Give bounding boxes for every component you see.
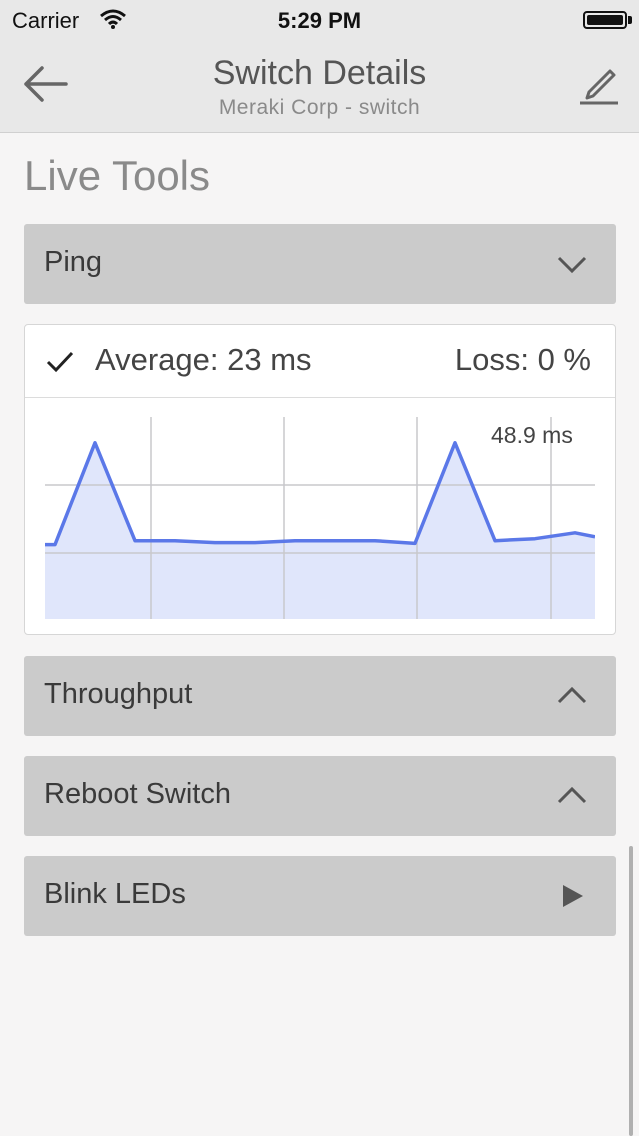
checkmark-icon	[46, 351, 74, 373]
battery-icon	[583, 11, 627, 29]
ping-result-card: Average: 23 ms Loss: 0 % 48.9 ms	[24, 324, 616, 635]
pencil-icon	[580, 69, 618, 105]
section-title: Live Tools	[24, 152, 211, 199]
packet-loss: Loss: 0 %	[454, 342, 591, 377]
ping-summary: Average: 23 ms Loss: 0 %	[25, 325, 615, 398]
scrollbar[interactable]	[629, 846, 633, 1136]
chevron-up-icon	[557, 786, 587, 804]
average-latency: Average: 23 ms	[95, 342, 312, 377]
accordion-label: Throughput	[44, 678, 193, 710]
page-title: Switch Details	[212, 54, 427, 92]
play-icon	[563, 885, 583, 907]
chevron-down-icon	[557, 256, 587, 274]
chevron-up-icon	[557, 686, 587, 704]
ping-accordion[interactable]: Ping	[24, 224, 616, 304]
edit-button[interactable]	[577, 62, 621, 106]
page-subtitle: Meraki Corp - switch	[218, 96, 421, 119]
throughput-accordion[interactable]: Throughput	[24, 656, 616, 736]
accordion-label: Blink LEDs	[44, 878, 186, 910]
reboot-switch-accordion[interactable]: Reboot Switch	[24, 756, 616, 836]
accordion-label: Ping	[44, 246, 103, 278]
blink-leds-button[interactable]: Blink LEDs	[24, 856, 616, 936]
peak-latency-label: 48.9 ms	[491, 422, 573, 448]
accordion-label: Reboot Switch	[44, 778, 231, 810]
navigation-bar: Switch Details Meraki Corp - switch	[0, 40, 639, 133]
ping-latency-chart: 48.9 ms	[45, 417, 595, 619]
battery-nub	[628, 16, 632, 24]
status-bar: Carrier 5:29 PM	[0, 0, 639, 40]
clock-time: 5:29 PM	[277, 8, 362, 33]
latency-area-fill	[45, 442, 595, 619]
